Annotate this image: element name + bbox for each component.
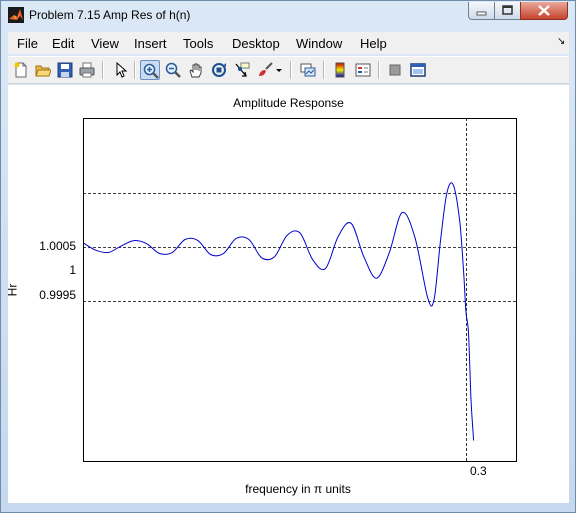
grid-lines xyxy=(83,118,517,462)
dock-arrow-icon[interactable]: ↘ xyxy=(557,36,565,47)
menu-help[interactable]: Help xyxy=(360,36,387,51)
brush-dropdown-button[interactable] xyxy=(274,60,284,80)
brush-dropdown-icon xyxy=(276,69,282,72)
title-bar[interactable]: Problem 7.15 Amp Res of h(n) xyxy=(1,1,575,29)
plot-title: Amplitude Response xyxy=(233,96,344,110)
data-cursor-icon xyxy=(235,62,250,77)
figure-window: Problem 7.15 Amp Res of h(n) File Edit V… xyxy=(0,0,576,513)
hide-plot-tools-icon xyxy=(389,64,401,76)
open-file-button[interactable] xyxy=(33,60,53,80)
y-axis-label: Hr xyxy=(5,283,20,297)
menu-insert[interactable]: Insert xyxy=(134,36,167,51)
rotate-3d-button[interactable] xyxy=(209,60,229,80)
brush-icon xyxy=(259,62,273,76)
open-file-icon xyxy=(35,65,51,77)
axes-frame xyxy=(83,118,517,462)
matlab-app-icon xyxy=(8,7,24,23)
brush-button[interactable] xyxy=(255,60,275,80)
link-plot-button[interactable] xyxy=(298,60,318,80)
y-tick-label: 0.9995 xyxy=(39,288,76,302)
menu-window[interactable]: Window xyxy=(296,36,342,51)
close-button[interactable] xyxy=(520,2,568,20)
window-title: Problem 7.15 Amp Res of h(n) xyxy=(29,8,191,22)
save-icon xyxy=(57,62,73,78)
new-figure-button[interactable] xyxy=(11,60,31,80)
zoom-out-icon xyxy=(165,62,181,78)
show-plot-tools-button[interactable] xyxy=(408,60,428,80)
zoom-in-icon xyxy=(143,63,159,79)
y-tick-label: 1.0005 xyxy=(39,239,76,253)
new-figure-icon xyxy=(14,62,27,78)
figure-toolbar xyxy=(8,56,569,84)
data-cursor-button[interactable] xyxy=(232,60,252,80)
edit-plot-button[interactable] xyxy=(110,60,130,80)
menu-tools[interactable]: Tools xyxy=(183,36,213,51)
amplitude-response-line xyxy=(83,182,475,441)
print-button[interactable] xyxy=(77,60,97,80)
menu-view[interactable]: View xyxy=(91,36,119,51)
pan-hand-icon xyxy=(189,63,202,78)
menu-edit[interactable]: Edit xyxy=(52,36,74,51)
menu-bar: File Edit View Insert Tools Desktop Wind… xyxy=(8,32,569,54)
figure-canvas: Amplitude Response 1.0005 1 0.9995 0.3 H… xyxy=(5,85,569,503)
print-icon xyxy=(79,62,95,78)
menu-desktop[interactable]: Desktop xyxy=(232,36,280,51)
minimize-icon xyxy=(476,11,487,16)
maximize-icon xyxy=(502,5,513,15)
zoom-in-button[interactable] xyxy=(140,60,160,80)
show-plot-tools-icon xyxy=(410,63,426,77)
close-icon xyxy=(538,5,550,16)
x-axis-label: frequency in π units xyxy=(245,482,351,496)
minimize-button[interactable] xyxy=(468,2,495,20)
y-tick-label: 1 xyxy=(69,263,76,277)
plot-axes[interactable] xyxy=(83,118,517,462)
insert-legend-button[interactable] xyxy=(353,60,373,80)
zoom-out-button[interactable] xyxy=(163,60,183,80)
hide-plot-tools-button[interactable] xyxy=(385,60,405,80)
insert-colorbar-icon xyxy=(335,62,345,78)
menu-file[interactable]: File xyxy=(17,36,38,51)
rotate-3d-icon xyxy=(212,63,226,77)
insert-legend-icon xyxy=(355,63,371,77)
edit-plot-arrow-icon xyxy=(116,62,128,78)
x-tick-label: 0.3 xyxy=(470,464,487,478)
insert-colorbar-button[interactable] xyxy=(330,60,350,80)
save-button[interactable] xyxy=(55,60,75,80)
link-plot-icon xyxy=(300,63,316,77)
pan-button[interactable] xyxy=(186,60,206,80)
maximize-button[interactable] xyxy=(494,2,521,20)
